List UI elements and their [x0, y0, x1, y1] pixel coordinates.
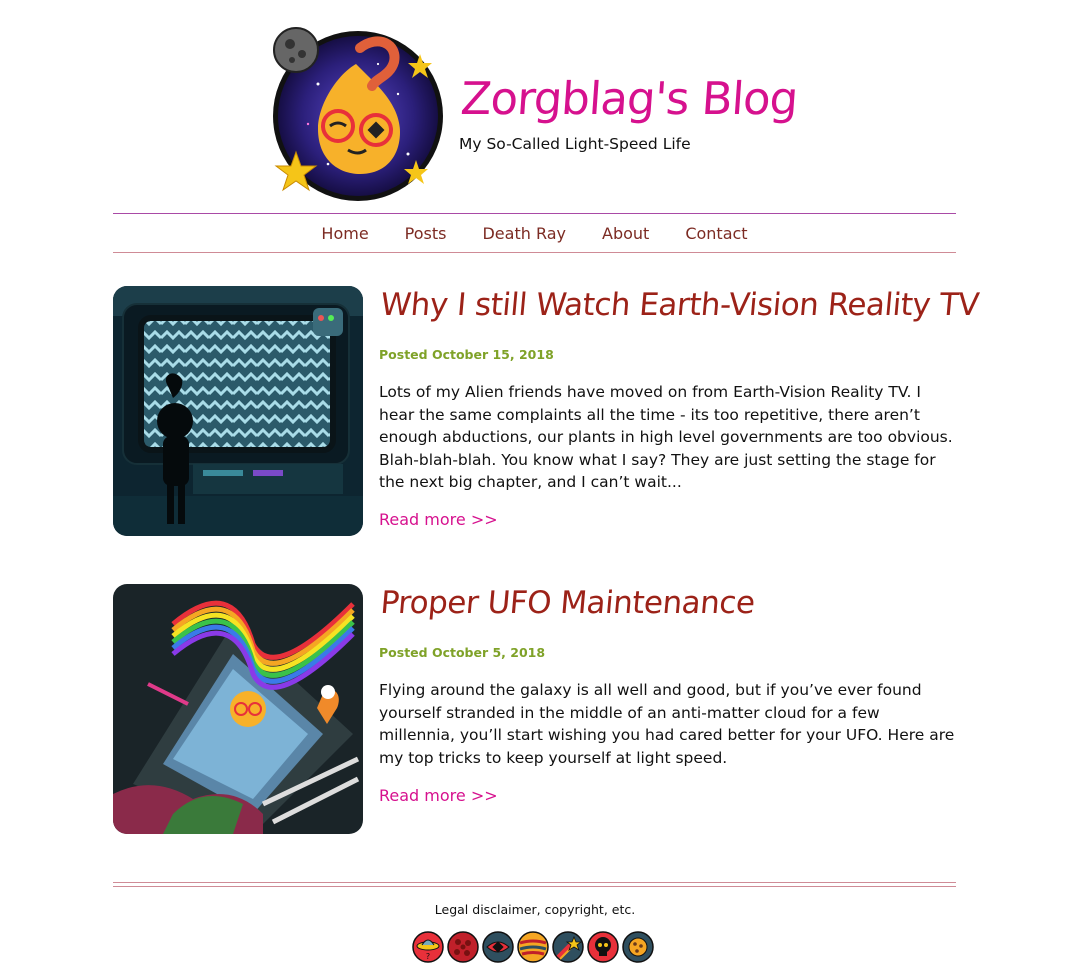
nav-item-about[interactable]: About	[602, 224, 649, 243]
post-date: Posted October 15, 2018	[379, 347, 554, 362]
footer-legal-text: Legal disclaimer, copyright, etc.	[434, 902, 636, 917]
skull-icon[interactable]	[587, 931, 619, 963]
asteroid-icon[interactable]	[447, 931, 479, 963]
site-subtitle: My So-Called Light-Speed Life	[459, 135, 691, 153]
alien-avatar-icon	[273, 27, 443, 201]
post-title[interactable]: Proper UFO Maintenance	[379, 585, 756, 621]
footer-icon-row: ?	[412, 931, 654, 963]
post-date: Posted October 5, 2018	[379, 645, 546, 660]
eye-icon[interactable]	[482, 931, 514, 963]
planet-icon[interactable]	[517, 931, 549, 963]
post-thumbnail-ufo[interactable]	[113, 584, 363, 834]
nav-item-home[interactable]: Home	[321, 224, 368, 243]
comet-icon[interactable]	[552, 931, 584, 963]
post-excerpt: Flying around the galaxy is all well and…	[379, 681, 955, 767]
cookie-icon[interactable]	[622, 931, 654, 963]
site-title[interactable]: Zorgblag's Blog	[459, 72, 799, 125]
nav-item-death-ray[interactable]: Death Ray	[482, 224, 566, 243]
main-nav: Home Posts Death Ray About Contact	[113, 213, 956, 253]
post-thumbnail-tv[interactable]	[113, 286, 363, 536]
read-more-link[interactable]: Read more >>	[379, 786, 498, 805]
ufo-icon[interactable]: ?	[412, 931, 444, 963]
post-title[interactable]: Why I still Watch Earth-Vision Reality T…	[379, 287, 980, 323]
ufo-maintenance-image	[113, 584, 363, 834]
svg-text:?: ?	[426, 952, 430, 961]
blog-logo[interactable]	[268, 24, 444, 204]
post-excerpt: Lots of my Alien friends have moved on f…	[379, 383, 953, 491]
alien-watching-tv-image	[113, 286, 363, 536]
footer-divider	[113, 882, 956, 883]
footer-divider	[113, 886, 956, 887]
nav-item-contact[interactable]: Contact	[685, 224, 747, 243]
nav-item-posts[interactable]: Posts	[405, 224, 447, 243]
read-more-link[interactable]: Read more >>	[379, 510, 498, 529]
